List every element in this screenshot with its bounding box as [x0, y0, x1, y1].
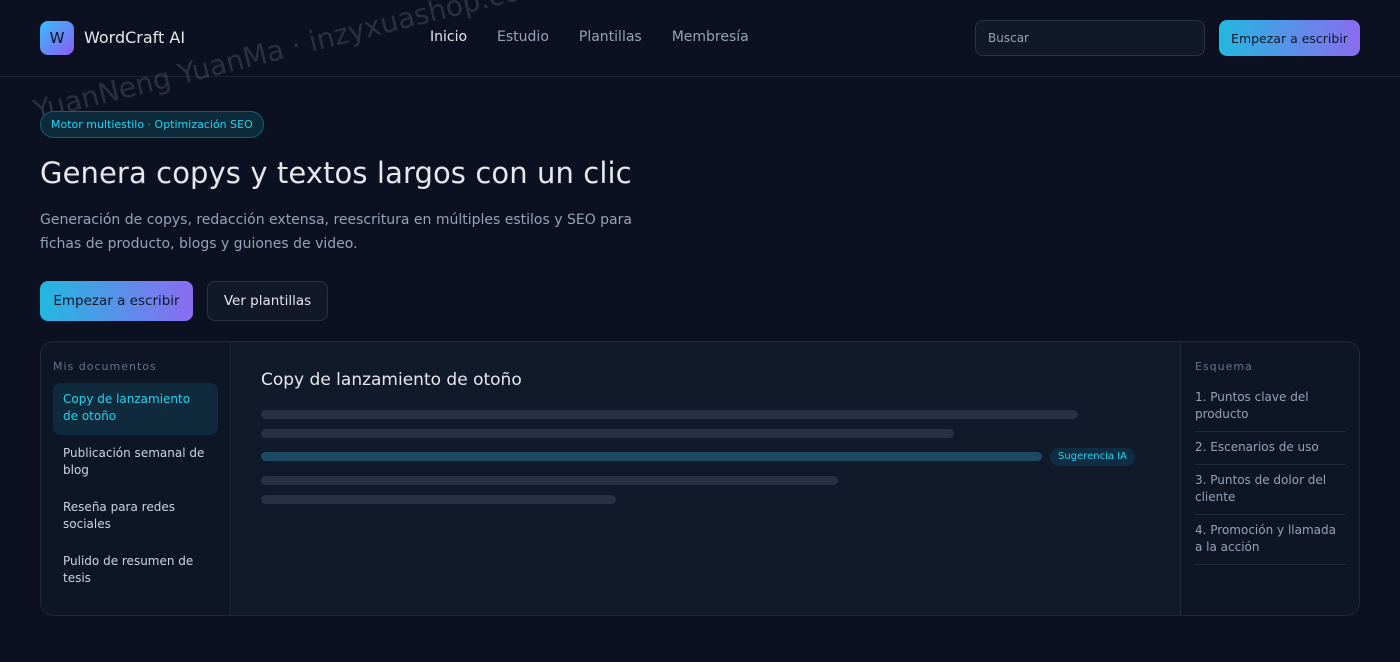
document-editor[interactable]: Copy de lanzamiento de otoño Sugerencia …	[232, 342, 1180, 615]
ai-suggestion-tag[interactable]: Sugerencia IA	[1050, 448, 1135, 466]
hero-badge: Motor multiestilo · Optimización SEO	[40, 111, 264, 138]
nav-item-estudio[interactable]: Estudio	[497, 29, 549, 45]
document-title[interactable]: Copy de lanzamiento de otoño	[261, 370, 522, 390]
ai-suggested-line[interactable]	[261, 452, 1042, 461]
document-item[interactable]: Pulido de resumen de tesis	[53, 545, 218, 597]
nav-item-inicio[interactable]: Inicio	[430, 29, 467, 45]
outline-item[interactable]: 3. Puntos de dolor del cliente	[1195, 465, 1346, 515]
document-item[interactable]: Publicación semanal de blog	[53, 437, 218, 489]
outline-panel: Esquema 1. Puntos clave del producto 2. …	[1180, 342, 1359, 615]
outline-item[interactable]: 2. Escenarios de uso	[1195, 432, 1346, 465]
logo-icon[interactable]: W	[40, 21, 74, 55]
header-start-writing-button[interactable]: Empezar a escribir	[1219, 20, 1360, 56]
documents-list: Copy de lanzamiento de otoño Publicación…	[53, 383, 218, 599]
hero-description: Generación de copys, redacción extensa, …	[40, 212, 632, 252]
outline-item[interactable]: 1. Puntos clave del producto	[1195, 382, 1346, 432]
hero-title: Genera copys y textos largos con un clic	[40, 156, 632, 190]
text-placeholder-line	[261, 495, 616, 504]
documents-label: Mis documentos	[53, 360, 157, 373]
hero-start-writing-button[interactable]: Empezar a escribir	[40, 281, 193, 321]
text-placeholder-line	[261, 429, 954, 438]
editor-workspace: Mis documentos Copy de lanzamiento de ot…	[40, 341, 1360, 616]
top-navbar: W WordCraft AI Inicio Estudio Plantillas…	[0, 0, 1400, 77]
outline-item[interactable]: 4. Promoción y llamada a la acción	[1195, 515, 1346, 565]
brand-name[interactable]: WordCraft AI	[84, 28, 185, 47]
outline-label: Esquema	[1195, 360, 1253, 373]
nav-item-plantillas[interactable]: Plantillas	[579, 29, 642, 45]
text-placeholder-line	[261, 476, 838, 485]
main-nav: Inicio Estudio Plantillas Membresía	[430, 29, 749, 45]
document-item[interactable]: Reseña para redes sociales	[53, 491, 218, 543]
search-input[interactable]	[975, 20, 1205, 56]
documents-sidebar: Mis documentos Copy de lanzamiento de ot…	[41, 342, 231, 615]
outline-list: 1. Puntos clave del producto 2. Escenari…	[1195, 382, 1346, 565]
text-placeholder-line	[261, 410, 1078, 419]
document-item[interactable]: Copy de lanzamiento de otoño	[53, 383, 218, 435]
nav-item-membresia[interactable]: Membresía	[672, 29, 749, 45]
view-templates-button[interactable]: Ver plantillas	[207, 281, 328, 321]
